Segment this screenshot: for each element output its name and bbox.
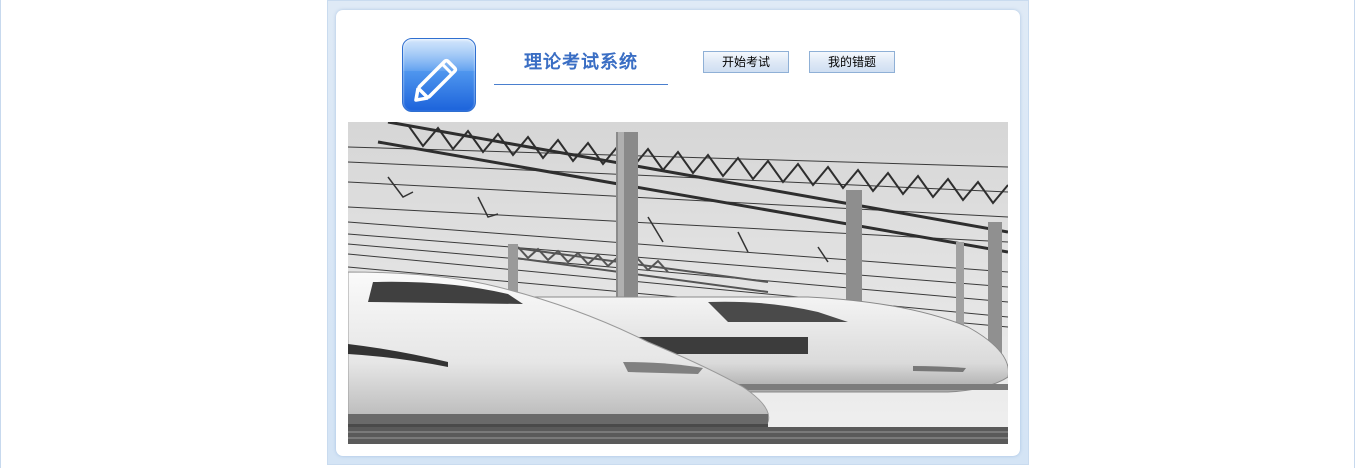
banner-image xyxy=(348,122,1008,444)
main-card: 理论考试系统 开始考试 我的错题 xyxy=(336,10,1020,456)
my-wrong-questions-button[interactable]: 我的错题 xyxy=(809,51,895,73)
pencil-icon xyxy=(414,58,458,102)
start-exam-button[interactable]: 开始考试 xyxy=(703,51,789,73)
title-underline xyxy=(494,84,668,85)
train-photo xyxy=(348,122,1008,444)
page-title: 理论考试系统 xyxy=(524,52,638,73)
app-frame: 理论考试系统 开始考试 我的错题 xyxy=(327,0,1029,465)
app-logo xyxy=(402,38,476,112)
page: 理论考试系统 开始考试 我的错题 xyxy=(0,0,1355,468)
